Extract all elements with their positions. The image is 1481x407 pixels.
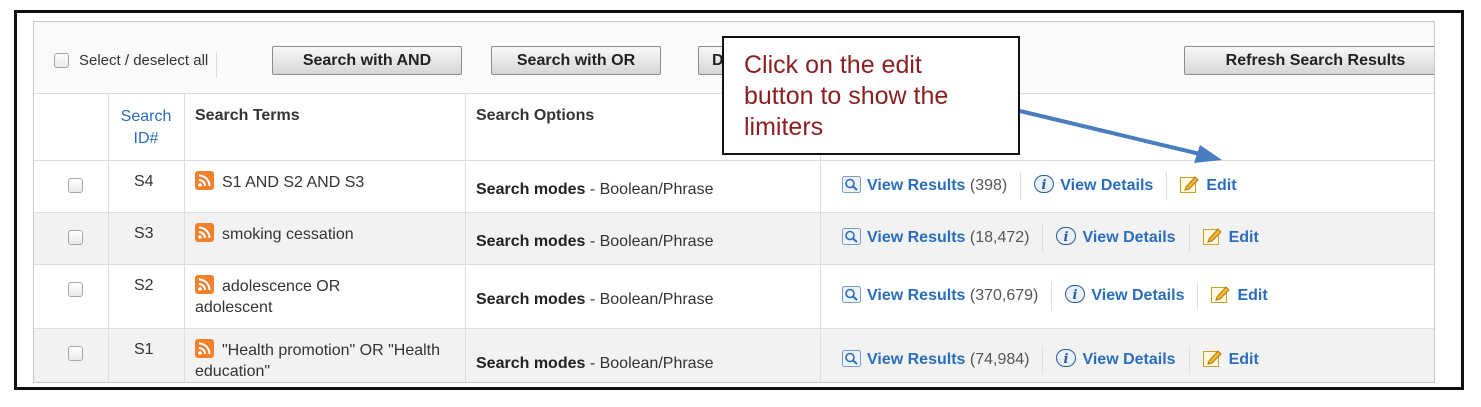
callout-arrow-icon bbox=[1019, 109, 1222, 163]
